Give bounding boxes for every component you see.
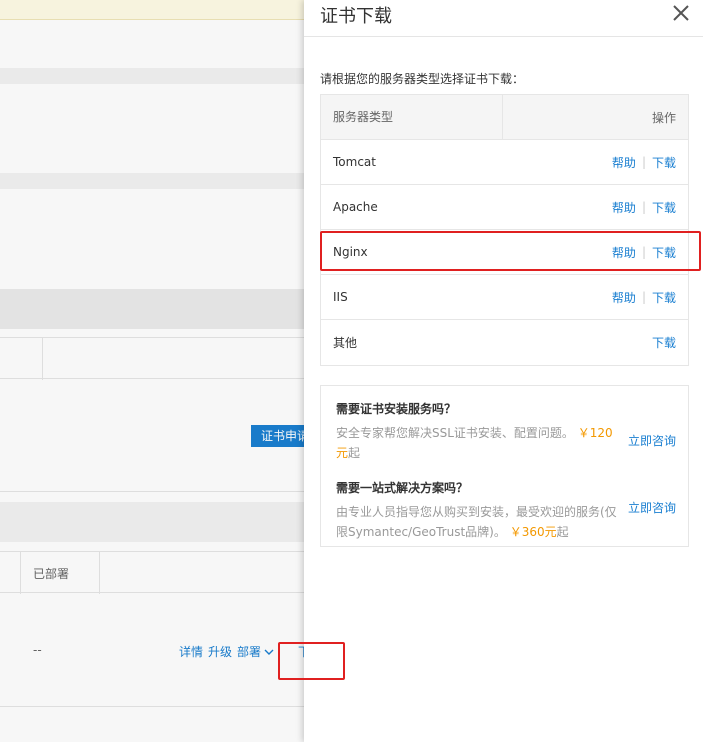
table-header: 服务器类型 操作: [321, 94, 688, 140]
column-header-server-type: 服务器类型: [321, 94, 503, 140]
instruction-text: 请根据您的服务器类型选择证书下载：: [320, 72, 525, 86]
drawer-title: 证书下载: [320, 6, 392, 27]
server-name: Apache: [333, 200, 378, 214]
table-row-iis: IIS 帮助 | 下载: [321, 275, 688, 320]
divider: [304, 36, 703, 37]
consult-now-link[interactable]: 立即咨询: [628, 432, 676, 449]
server-name: 其他: [333, 336, 358, 350]
service-promo-box: 需要证书安装服务吗？ 安全专家帮您解决SSL证书安装、配置问题。 ￥120元起 …: [320, 385, 689, 547]
help-link[interactable]: 帮助: [612, 289, 636, 306]
service-description: 安全专家帮您解决SSL证书安装、配置问题。 ￥120元起: [336, 426, 613, 460]
server-type-table: 服务器类型 操作 Tomcat 帮助 | 下载 Apache 帮助 | 下载 N…: [320, 94, 689, 366]
service-item-solution: 需要一站式解决方案吗？ 由专业人员指导您从购买到安装，最受欢迎的服务(仅限Sym…: [336, 479, 676, 542]
close-icon[interactable]: [670, 2, 692, 24]
service-title: 需要一站式解决方案吗？: [336, 481, 469, 495]
service-title: 需要证书安装服务吗？: [336, 402, 457, 416]
table-row-other: 其他 下载: [321, 320, 688, 365]
download-link[interactable]: 下载: [652, 334, 676, 351]
download-link[interactable]: 下载: [652, 154, 676, 171]
service-description: 由专业人员指导您从购买到安装，最受欢迎的服务(仅限Symantec/GeoTru…: [336, 505, 617, 539]
background-page: 证书申请 已部署 -- 详情 升级 部署 下: [0, 0, 304, 742]
highlight-box-download: [278, 642, 345, 680]
separator: |: [641, 290, 646, 304]
service-item-installation: 需要证书安装服务吗？ 安全专家帮您解决SSL证书安装、配置问题。 ￥120元起 …: [336, 400, 676, 463]
consult-now-link[interactable]: 立即咨询: [628, 499, 676, 516]
table-row-tomcat: Tomcat 帮助 | 下载: [321, 140, 688, 185]
download-link[interactable]: 下载: [652, 289, 676, 306]
column-header-operation: 操作: [651, 110, 676, 125]
certificate-download-drawer: 证书下载 请根据您的服务器类型选择证书下载： 服务器类型 操作 Tomcat 帮…: [304, 0, 703, 742]
table-row-apache: Apache 帮助 | 下载: [321, 185, 688, 230]
help-link[interactable]: 帮助: [612, 199, 636, 216]
mask-overlay: [0, 0, 304, 742]
download-link[interactable]: 下载: [652, 199, 676, 216]
highlight-box-nginx: [320, 231, 701, 271]
server-name: IIS: [333, 290, 348, 304]
service-price: ￥360元: [509, 525, 557, 539]
separator: |: [641, 155, 646, 169]
server-name: Tomcat: [333, 155, 376, 169]
help-link[interactable]: 帮助: [612, 154, 636, 171]
separator: |: [641, 200, 646, 214]
